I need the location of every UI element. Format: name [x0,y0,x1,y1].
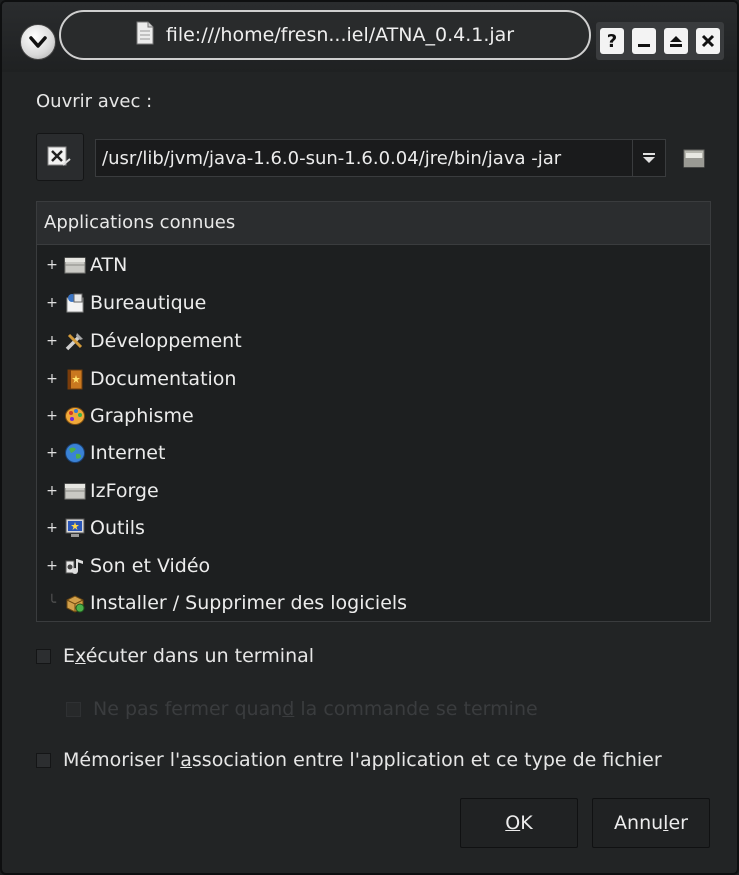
close-button[interactable] [696,28,720,54]
open-with-label: Ouvrir avec : [36,91,153,112]
application-icon-button[interactable] [36,133,84,181]
applications-tree: Applications connues + ATN + Bureautique… [36,201,711,622]
tree-item-label: Outils [90,517,145,539]
browse-button[interactable] [676,139,712,177]
open-with-dialog: file:///home/fresn...iel/ATNA_0.4.1.jar … [0,0,739,875]
tree-item-installer[interactable]: ╰ Installer / Supprimer des logiciels [37,585,710,621]
tree-item-label: Documentation [90,368,237,390]
expand-icon[interactable]: + [46,520,58,536]
command-value: /usr/lib/jvm/java-1.6.0-sun-1.6.0.04/jre… [102,147,562,169]
tree-line: ╰ [47,595,57,611]
office-icon [64,292,86,314]
tree-header[interactable]: Applications connues [37,202,710,245]
expand-icon[interactable]: + [46,333,58,349]
minimize-icon [638,44,650,47]
tree-item-label: Bureautique [90,292,207,314]
folder-icon [64,480,86,502]
tree-item-label: IzForge [90,480,159,502]
executable-icon [47,146,71,166]
tree-item-label: ATN [90,254,128,276]
close-icon [701,34,715,48]
ok-button[interactable]: OK [460,798,578,848]
window-title: file:///home/fresn...iel/ATNA_0.4.1.jar [59,10,591,60]
tree-item-outils[interactable]: + Outils [37,510,710,546]
tree-item-label: Graphisme [90,405,194,427]
multimedia-icon [64,555,86,577]
expand-icon[interactable]: + [46,408,58,424]
maximize-icon [670,36,682,47]
help-button[interactable]: ? [600,28,624,54]
title-bar: file:///home/fresn...iel/ATNA_0.4.1.jar … [2,2,737,72]
expand-icon[interactable]: + [46,295,58,311]
tree-item-documentation[interactable]: + Documentation [37,361,710,397]
package-icon [64,592,86,614]
keep-open-checkbox[interactable] [66,701,81,717]
run-in-terminal-option[interactable]: Exécuter dans un terminal [36,645,314,667]
chevron-down-icon [29,36,47,48]
command-combo[interactable]: /usr/lib/jvm/java-1.6.0-sun-1.6.0.04/jre… [95,139,666,177]
dropdown-arrow-icon [643,153,655,163]
expand-icon[interactable]: + [46,483,58,499]
tree-item-label: Développement [90,330,242,352]
tree-item-bureautique[interactable]: + Bureautique [37,285,710,321]
keep-open-label: Ne pas fermer quand la commande se termi… [93,698,538,720]
expand-icon[interactable]: + [46,445,58,461]
cancel-button[interactable]: Annu l er [592,798,710,848]
minimize-button[interactable] [632,28,656,54]
remember-association-checkbox[interactable] [36,752,51,768]
expand-icon[interactable]: + [46,558,58,574]
tree-item-label: Internet [90,442,166,464]
tools-icon [64,330,86,352]
maximize-button[interactable] [664,28,688,54]
folder-icon [64,254,86,276]
window-controls: ? [596,22,724,60]
tree-item-label: Installer / Supprimer des logiciels [90,592,408,614]
remember-association-label: Mémoriser l'association entre l'applicat… [63,749,662,771]
window-title-text: file:///home/fresn...iel/ATNA_0.4.1.jar [165,24,515,46]
run-in-terminal-label: Exécuter dans un terminal [63,645,315,667]
folder-open-icon [683,149,705,168]
monitor-icon [64,517,86,539]
file-icon [136,21,154,50]
tree-item-atn[interactable]: + ATN [37,247,710,283]
keep-open-option[interactable]: Ne pas fermer quand la commande se termi… [66,698,538,720]
combo-dropdown-button[interactable] [632,140,665,176]
window-menu-button[interactable] [20,24,56,60]
palette-icon [64,405,86,427]
tree-item-label: Son et Vidéo [90,555,211,577]
remember-association-option[interactable]: Mémoriser l'association entre l'applicat… [36,749,662,771]
book-icon [64,368,86,390]
expand-icon[interactable]: + [46,257,58,273]
run-in-terminal-checkbox[interactable] [36,648,51,664]
tree-item-developpement[interactable]: + Développement [37,323,710,359]
expand-icon[interactable]: + [46,371,58,387]
tree-item-izforge[interactable]: + IzForge [37,473,710,509]
tree-item-internet[interactable]: + Internet [37,435,710,471]
tree-item-son-et-video[interactable]: + Son et Vidéo [37,548,710,584]
tree-item-graphisme[interactable]: + Graphisme [37,398,710,434]
help-icon: ? [606,30,618,52]
globe-icon [64,442,86,464]
